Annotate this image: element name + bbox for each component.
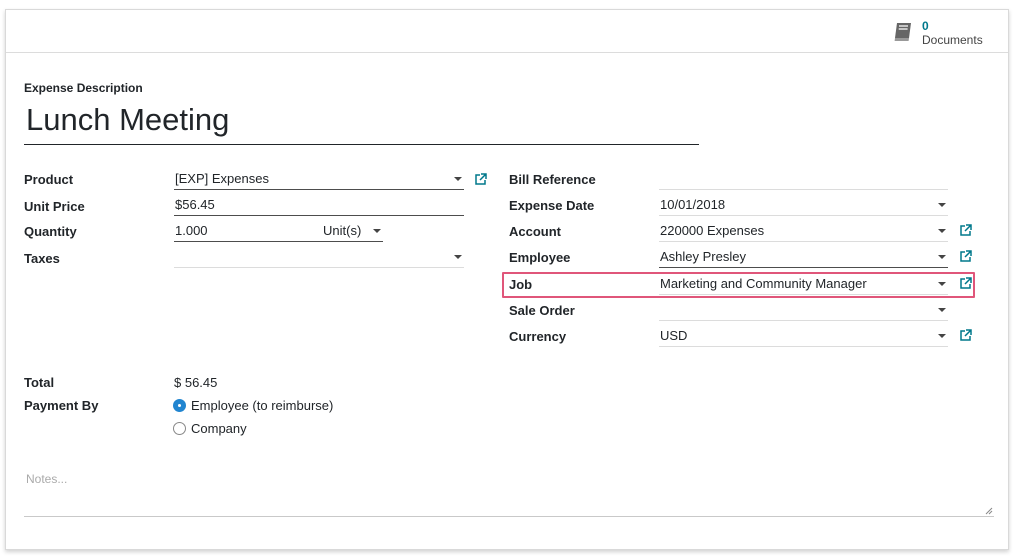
account-field[interactable]: 220000 Expenses: [659, 221, 948, 242]
uom-value: Unit(s): [323, 223, 362, 238]
expense-description-input[interactable]: Lunch Meeting: [24, 98, 699, 145]
job-label: Job: [509, 277, 533, 292]
unit-price-label: Unit Price: [24, 199, 85, 214]
external-link-icon[interactable]: [959, 224, 972, 237]
product-field[interactable]: [EXP] Expenses: [174, 169, 464, 190]
unit-price-value: $56.45: [175, 197, 215, 212]
external-link-icon[interactable]: [959, 250, 972, 263]
taxes-field[interactable]: [174, 247, 464, 268]
bill-reference-field[interactable]: [659, 169, 948, 190]
total-label: Total: [24, 375, 55, 390]
documents-label: Documents: [922, 33, 983, 47]
bill-reference-label: Bill Reference: [509, 172, 596, 187]
radio-company[interactable]: [173, 422, 186, 435]
chevron-down-icon[interactable]: [373, 229, 381, 233]
account-value: 220000 Expenses: [660, 223, 765, 238]
chevron-down-icon[interactable]: [938, 282, 946, 286]
chevron-down-icon[interactable]: [938, 203, 946, 207]
expense-form-sheet: 0 Documents Expense Description Lunch Me…: [5, 9, 1009, 550]
currency-field[interactable]: USD: [659, 326, 948, 347]
employee-value: Ashley Presley: [660, 249, 746, 264]
notes-placeholder: Notes...: [26, 472, 68, 486]
currency-value: USD: [660, 328, 688, 343]
expense-date-label: Expense Date: [509, 198, 595, 213]
payment-by-label: Payment By: [24, 398, 99, 413]
sale-order-field[interactable]: [659, 300, 948, 321]
radio-company-label[interactable]: Company: [191, 421, 247, 437]
quantity-value: 1.000: [175, 223, 208, 238]
external-link-icon[interactable]: [959, 277, 972, 290]
external-link-icon[interactable]: [474, 173, 487, 186]
chevron-down-icon[interactable]: [938, 308, 946, 312]
button-box: 0 Documents: [6, 10, 1008, 53]
chevron-down-icon[interactable]: [938, 255, 946, 259]
uom-select[interactable]: Unit(s): [322, 221, 383, 242]
radio-employee[interactable]: [173, 399, 186, 412]
notes-textarea[interactable]: Notes...: [24, 462, 994, 517]
book-icon: [894, 23, 911, 41]
currency-label: Currency: [509, 329, 567, 344]
expense-date-field[interactable]: 10/01/2018: [659, 195, 948, 216]
product-value: [EXP] Expenses: [175, 171, 269, 186]
sale-order-label: Sale Order: [509, 303, 575, 318]
total-value: $ 56.45: [174, 375, 218, 390]
account-label: Account: [509, 224, 561, 239]
documents-button[interactable]: 0 Documents: [892, 19, 988, 47]
expense-description-label: Expense Description: [24, 81, 143, 95]
radio-employee-label[interactable]: Employee (to reimburse): [191, 398, 333, 414]
expense-date-value: 10/01/2018: [660, 197, 726, 212]
taxes-label: Taxes: [24, 251, 60, 266]
employee-label: Employee: [509, 250, 571, 265]
job-value: Marketing and Community Manager: [660, 276, 867, 291]
quantity-field[interactable]: 1.000: [174, 221, 322, 242]
chevron-down-icon[interactable]: [454, 177, 462, 181]
unit-price-field[interactable]: $56.45: [174, 195, 464, 216]
resize-handle-icon[interactable]: [985, 507, 993, 515]
employee-field[interactable]: Ashley Presley: [659, 247, 948, 268]
quantity-label: Quantity: [24, 224, 77, 239]
product-label: Product: [24, 172, 74, 187]
job-field[interactable]: Marketing and Community Manager: [659, 274, 948, 295]
documents-count: 0: [922, 19, 929, 33]
external-link-icon[interactable]: [959, 329, 972, 342]
chevron-down-icon[interactable]: [454, 255, 462, 259]
chevron-down-icon[interactable]: [938, 334, 946, 338]
chevron-down-icon[interactable]: [938, 229, 946, 233]
